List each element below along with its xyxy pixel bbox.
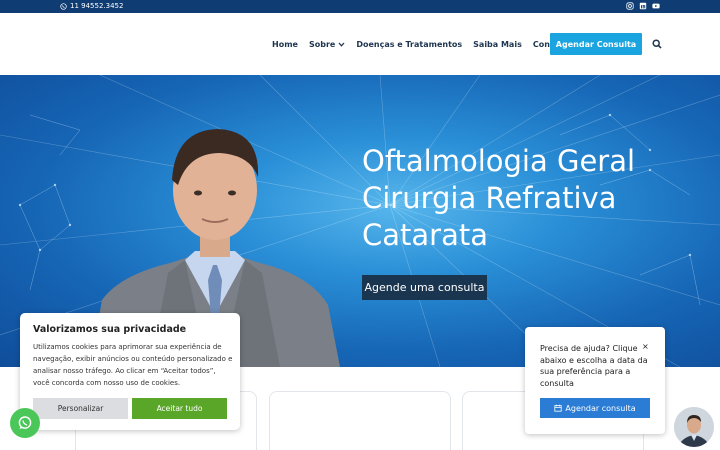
agende-consulta-button[interactable]: Agende uma consulta — [362, 275, 487, 300]
search-icon[interactable] — [652, 39, 662, 49]
hero-line-1: Oftalmologia Geral — [362, 144, 636, 178]
assistant-avatar[interactable] — [674, 407, 714, 447]
hero-line-3: Catarata — [362, 218, 488, 252]
customize-cookies-button[interactable]: Personalizar — [33, 398, 128, 419]
accept-all-cookies-button[interactable]: Aceitar tudo — [132, 398, 227, 419]
nav-sobre-label: Sobre — [308, 40, 336, 49]
help-text: Precisa de ajuda? Clique abaixo e escolh… — [540, 344, 648, 388]
whatsapp-button[interactable] — [10, 408, 40, 438]
cookie-title: Valorizamos sua privacidade — [33, 324, 187, 335]
main-nav: Home Sobre Doenças e Tratamentos Saiba M… — [272, 40, 579, 49]
top-bar: 11 94552.3452 — [0, 0, 720, 13]
whatsapp-icon — [18, 416, 32, 429]
instagram-icon[interactable] — [626, 2, 634, 10]
nav-saiba-mais[interactable]: Saiba Mais — [473, 40, 522, 49]
help-popup: Precisa de ajuda? Clique abaixo e escolh… — [525, 327, 665, 434]
close-icon[interactable]: × — [642, 342, 649, 351]
phone-number: 11 94552.3452 — [70, 2, 124, 10]
chevron-down-icon — [338, 42, 345, 47]
agendar-consulta-popup-button[interactable]: Agendar consulta — [540, 398, 650, 418]
nav-sobre[interactable]: Sobre — [309, 40, 345, 49]
cookie-consent-banner: Valorizamos sua privacidade Utilizamos c… — [20, 313, 240, 430]
nav-doencas[interactable]: Doenças e Tratamentos — [356, 40, 462, 49]
hero-headline: Oftalmologia Geral Cirurgia Refrativa Ca… — [362, 143, 635, 254]
nav-saiba-label: Saiba Mais — [473, 40, 522, 49]
youtube-icon[interactable] — [652, 2, 660, 10]
cookie-text: Utilizamos cookies para aprimorar sua ex… — [33, 343, 233, 387]
linkedin-icon[interactable] — [639, 2, 647, 10]
nav-home[interactable]: Home — [272, 40, 298, 49]
nav-doencas-label: Doenças e Tratamentos — [356, 40, 463, 49]
feature-card-2[interactable] — [269, 391, 451, 450]
agendar-consulta-button[interactable]: Agendar Consulta — [550, 33, 642, 55]
phone-contact[interactable]: 11 94552.3452 — [60, 2, 123, 10]
hero-line-2: Cirurgia Refrativa — [362, 181, 617, 215]
whatsapp-small-icon — [60, 2, 67, 10]
assistant-avatar-photo — [674, 407, 714, 447]
site-header: Home Sobre Doenças e Tratamentos Saiba M… — [0, 13, 720, 75]
agendar-consulta-popup-label: Agendar consulta — [565, 403, 636, 413]
social-links — [626, 2, 660, 10]
calendar-icon — [554, 404, 562, 412]
nav-home-label: Home — [272, 40, 298, 49]
